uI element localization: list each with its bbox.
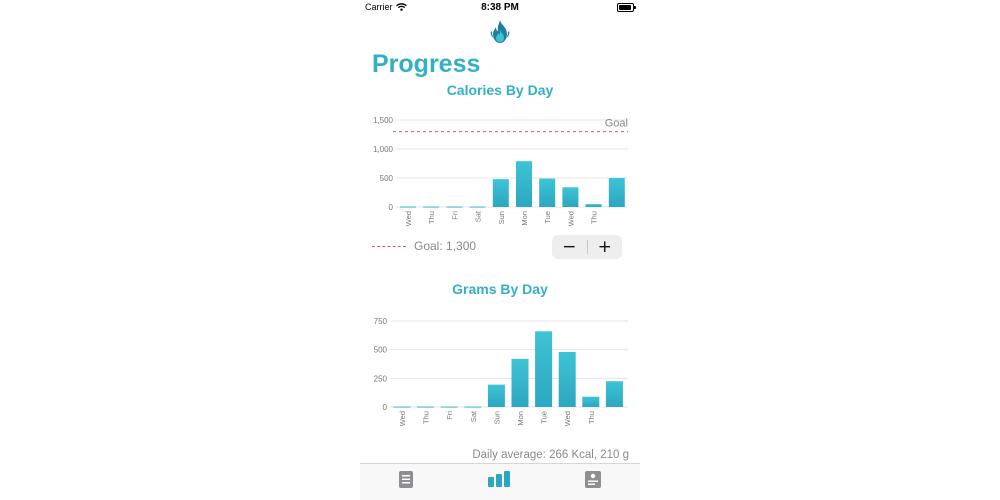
bar <box>417 406 435 408</box>
x-tick-label: Thu <box>587 411 596 424</box>
calories-chart-title: Calories By Day <box>446 82 554 98</box>
tab-bar <box>360 463 640 500</box>
bar <box>464 406 482 408</box>
bar <box>582 396 600 407</box>
bar <box>440 406 458 408</box>
tab-journal[interactable] <box>581 468 605 490</box>
y-tick-label: 1,000 <box>373 145 394 154</box>
bar <box>605 381 623 407</box>
grams-chart: 0 250 500 750 Wed Thu Fri Sat Sun Mon Tue Wed Thu <box>374 317 628 426</box>
goal-legend-swatch <box>372 245 406 247</box>
status-bar: Carrier 8:38 PM <box>360 0 640 14</box>
journal-icon <box>585 470 601 488</box>
calories-chart: 0 500 1,000 1,500 Goal Wed Thu Fri Sat Sun Mon Tue W… <box>373 116 628 226</box>
bar <box>562 187 579 207</box>
bar <box>446 206 463 208</box>
flame-icon <box>490 20 510 43</box>
bar <box>487 384 505 407</box>
x-tick-label: Sun <box>497 211 506 224</box>
x-tick-label: Sun <box>492 411 501 424</box>
x-tick-label: Sat <box>469 410 478 422</box>
x-tick-label: Mon <box>516 411 525 426</box>
tab-progress[interactable] <box>487 468 511 490</box>
x-tick-label: Sat <box>474 210 483 222</box>
bar <box>585 204 602 207</box>
bar <box>492 179 509 207</box>
x-tick-label: Wed <box>404 211 413 226</box>
bar <box>558 351 576 407</box>
x-tick-label: Thu <box>422 411 431 424</box>
x-tick-label: Mon <box>520 211 529 226</box>
daily-average: Daily average: 266 Kcal, 210 g <box>472 449 629 461</box>
bar <box>511 358 529 407</box>
grams-chart-title: Grams By Day <box>452 281 548 297</box>
clock: 8:38 PM <box>481 2 519 13</box>
goal-legend-label: Goal: 1,300 <box>414 239 477 253</box>
y-tick-label: 1,500 <box>373 116 394 125</box>
battery-icon <box>617 3 636 12</box>
bar <box>539 178 556 207</box>
goal-stepper[interactable]: − + <box>552 235 622 259</box>
x-tick-label: Wed <box>563 411 572 426</box>
x-tick-label: Wed <box>398 411 407 426</box>
x-tick-label: Fri <box>450 211 459 220</box>
page-title: Progress <box>372 50 481 78</box>
phone-screen: Carrier 8:38 PM Progress Calories By Day… <box>360 0 640 500</box>
y-tick-label: 0 <box>383 403 388 412</box>
bar <box>393 406 411 408</box>
tab-log[interactable] <box>394 468 418 490</box>
y-tick-label: 500 <box>380 174 394 183</box>
increase-goal-button[interactable]: + <box>588 235 623 259</box>
bar <box>608 178 625 207</box>
x-tick-label: Wed <box>566 211 575 226</box>
goal-line-label: Goal <box>605 118 628 130</box>
y-tick-label: 0 <box>389 203 394 212</box>
y-tick-label: 500 <box>374 346 388 355</box>
y-tick-label: 250 <box>374 374 388 383</box>
x-tick-label: Tue <box>540 411 549 424</box>
decrease-goal-button[interactable]: − <box>552 235 587 259</box>
x-tick-label: Fri <box>445 411 454 420</box>
bar <box>423 206 440 208</box>
x-tick-label: Thu <box>590 211 599 224</box>
y-tick-label: 750 <box>374 317 388 326</box>
bar <box>469 206 486 208</box>
goal-legend: Goal: 1,300 <box>372 239 476 253</box>
bar <box>400 206 416 208</box>
x-tick-label: Tue <box>543 211 552 224</box>
bar-chart-icon <box>488 471 510 487</box>
bar <box>516 161 532 207</box>
x-tick-label: Thu <box>427 211 436 224</box>
bar <box>535 331 553 407</box>
list-icon <box>399 470 413 488</box>
